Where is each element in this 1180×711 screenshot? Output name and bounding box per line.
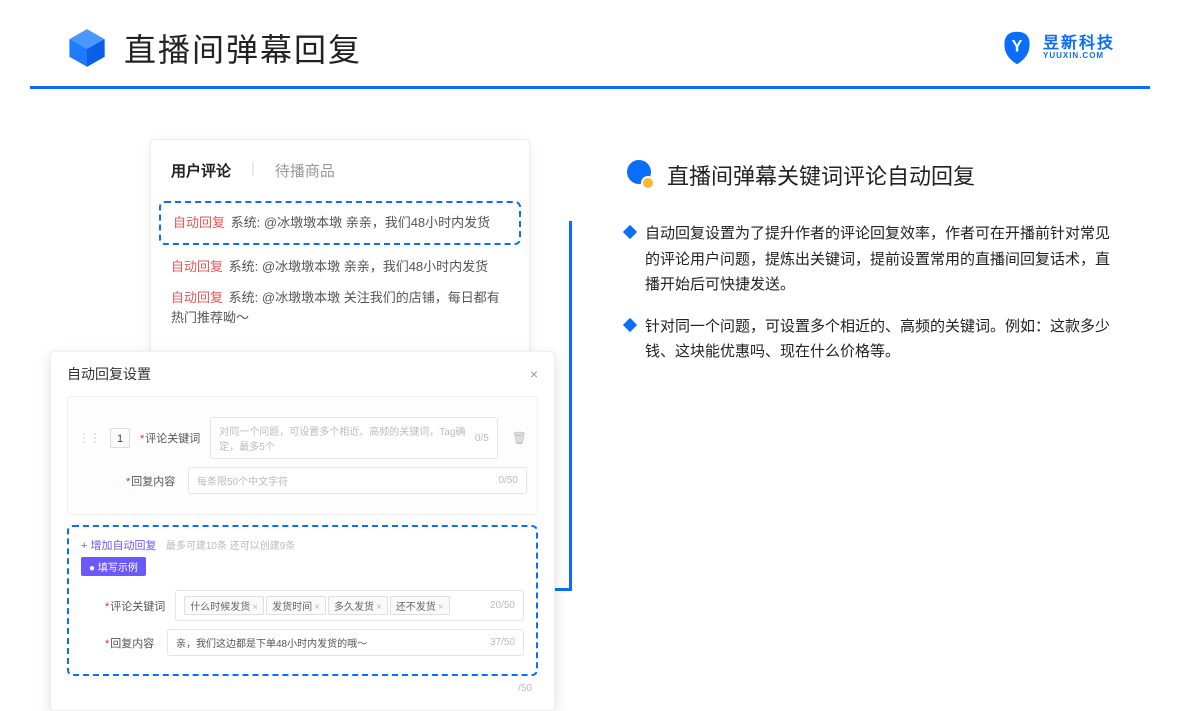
reply-placeholder: 每条限50个中文字符: [197, 473, 288, 488]
ex-reply-label: *回复内容: [105, 635, 157, 651]
add-hint: 最多可建10条 还可以创建9条: [166, 541, 295, 552]
brand-icon: Y: [999, 30, 1035, 66]
delete-icon[interactable]: 🗑: [512, 431, 527, 445]
index-box: 1: [110, 428, 130, 448]
example-box: + 增加自动回复 最多可建10条 还可以创建9条 ● 填写示例 *评论关键词 什…: [67, 525, 538, 676]
page-header: 直播间弹幕回复 Y 昱新科技 YUUXIN.COM: [30, 0, 1150, 89]
description-area: 直播间弹幕关键词评论自动回复 自动回复设置为了提升作者的评论回复效率，作者可在开…: [625, 139, 1150, 381]
settings-title: 自动回复设置: [67, 364, 151, 384]
reply-label: *回复内容: [126, 473, 178, 489]
comment-sys: 系统:: [229, 290, 259, 305]
comment-row: 自动回复 系统: @冰墩墩本墩 亲亲，我们48小时内发货: [171, 257, 509, 277]
page-title: 直播间弹幕回复: [124, 25, 362, 71]
tag-container: 什么时候发货×发货时间×多久发货×还不发货×: [184, 596, 451, 615]
comment-sys: 系统:: [229, 259, 259, 274]
example-badge: ● 填写示例: [81, 557, 146, 576]
tag-chip[interactable]: 多久发货×: [328, 596, 388, 615]
settings-panel: 自动回复设置 × ⋮⋮ 1 *评论关键词 对同一个问题，可设置多个相近、高频的关…: [50, 351, 555, 711]
ex-reply-counter: 37/50: [490, 637, 515, 648]
ex-keyword-label: *评论关键词: [105, 598, 165, 614]
reply-counter: 0/50: [499, 475, 518, 486]
bullet-item: 针对同一个问题，可设置多个相近的、高频的关键词。例如：这款多少钱、这块能优惠吗、…: [625, 314, 1150, 365]
illustration-area: 用户评论 | 待播商品 自动回复 系统: @冰墩墩本墩 亲亲，我们48小时内发货…: [50, 139, 585, 381]
auto-reply-tag: 自动回复: [173, 215, 225, 230]
bullet-item: 自动回复设置为了提升作者的评论回复效率，作者可在开播前针对常见的评论用户问题，提…: [625, 221, 1150, 298]
tab-divider: |: [251, 160, 255, 181]
brand-logo: Y 昱新科技 YUUXIN.COM: [999, 30, 1115, 66]
tab-pending-goods[interactable]: 待播商品: [275, 160, 335, 181]
section-title: 直播间弹幕关键词评论自动回复: [667, 159, 975, 191]
reply-input[interactable]: 每条限50个中文字符 0/50: [188, 467, 527, 494]
comment-sys: 系统:: [231, 215, 261, 230]
ex-keyword-input[interactable]: 什么时候发货×发货时间×多久发货×还不发货× 20/50: [175, 590, 524, 621]
comment-text: @冰墩墩本墩 亲亲，我们48小时内发货: [264, 215, 490, 230]
ex-keyword-counter: 20/50: [490, 600, 515, 611]
svg-text:Y: Y: [1012, 38, 1023, 56]
comment-row-highlight: 自动回复 系统: @冰墩墩本墩 亲亲，我们48小时内发货: [159, 201, 521, 245]
add-auto-reply-link[interactable]: + 增加自动回复: [81, 540, 156, 552]
comment-row: 自动回复 系统: @冰墩墩本墩 关注我们的店铺，每日都有热门推荐呦～: [171, 288, 509, 327]
tag-chip[interactable]: 还不发货×: [390, 596, 450, 615]
auto-reply-tag: 自动回复: [171, 259, 223, 274]
keyword-input[interactable]: 对同一个问题，可设置多个相近、高频的关键词，Tag确定，最多5个 0/5: [210, 417, 497, 459]
bullet-text: 自动回复设置为了提升作者的评论回复效率，作者可在开播前针对常见的评论用户问题，提…: [645, 221, 1120, 298]
auto-reply-tag: 自动回复: [171, 290, 223, 305]
keyword-placeholder: 对同一个问题，可设置多个相近、高频的关键词，Tag确定，最多5个: [219, 423, 475, 453]
ex-reply-input[interactable]: 亲，我们这边都是下单48小时内发货的哦～ 37/50: [167, 629, 524, 656]
diamond-icon: [623, 317, 637, 331]
close-icon[interactable]: ×: [530, 366, 538, 382]
form-block: ⋮⋮ 1 *评论关键词 对同一个问题，可设置多个相近、高频的关键词，Tag确定，…: [67, 396, 538, 515]
outer-counter: /50: [518, 683, 532, 694]
keyword-counter: 0/5: [475, 433, 489, 444]
tag-chip[interactable]: 发货时间×: [266, 596, 326, 615]
comment-text: @冰墩墩本墩 亲亲，我们48小时内发货: [262, 259, 488, 274]
bullet-text: 针对同一个问题，可设置多个相近的、高频的关键词。例如：这款多少钱、这块能优惠吗、…: [645, 314, 1120, 365]
tab-user-comments[interactable]: 用户评论: [171, 160, 231, 181]
ex-reply-value: 亲，我们这边都是下单48小时内发货的哦～: [176, 635, 367, 650]
brand-name-zh: 昱新科技: [1043, 35, 1115, 53]
brand-name-en: YUUXIN.COM: [1043, 52, 1115, 61]
chat-bubble-icon: [625, 160, 655, 190]
drag-handle-icon[interactable]: ⋮⋮: [78, 431, 100, 445]
diamond-icon: [623, 225, 637, 239]
tag-chip[interactable]: 什么时候发货×: [184, 596, 264, 615]
keyword-label: *评论关键词: [140, 430, 200, 446]
cube-icon: [65, 26, 109, 70]
